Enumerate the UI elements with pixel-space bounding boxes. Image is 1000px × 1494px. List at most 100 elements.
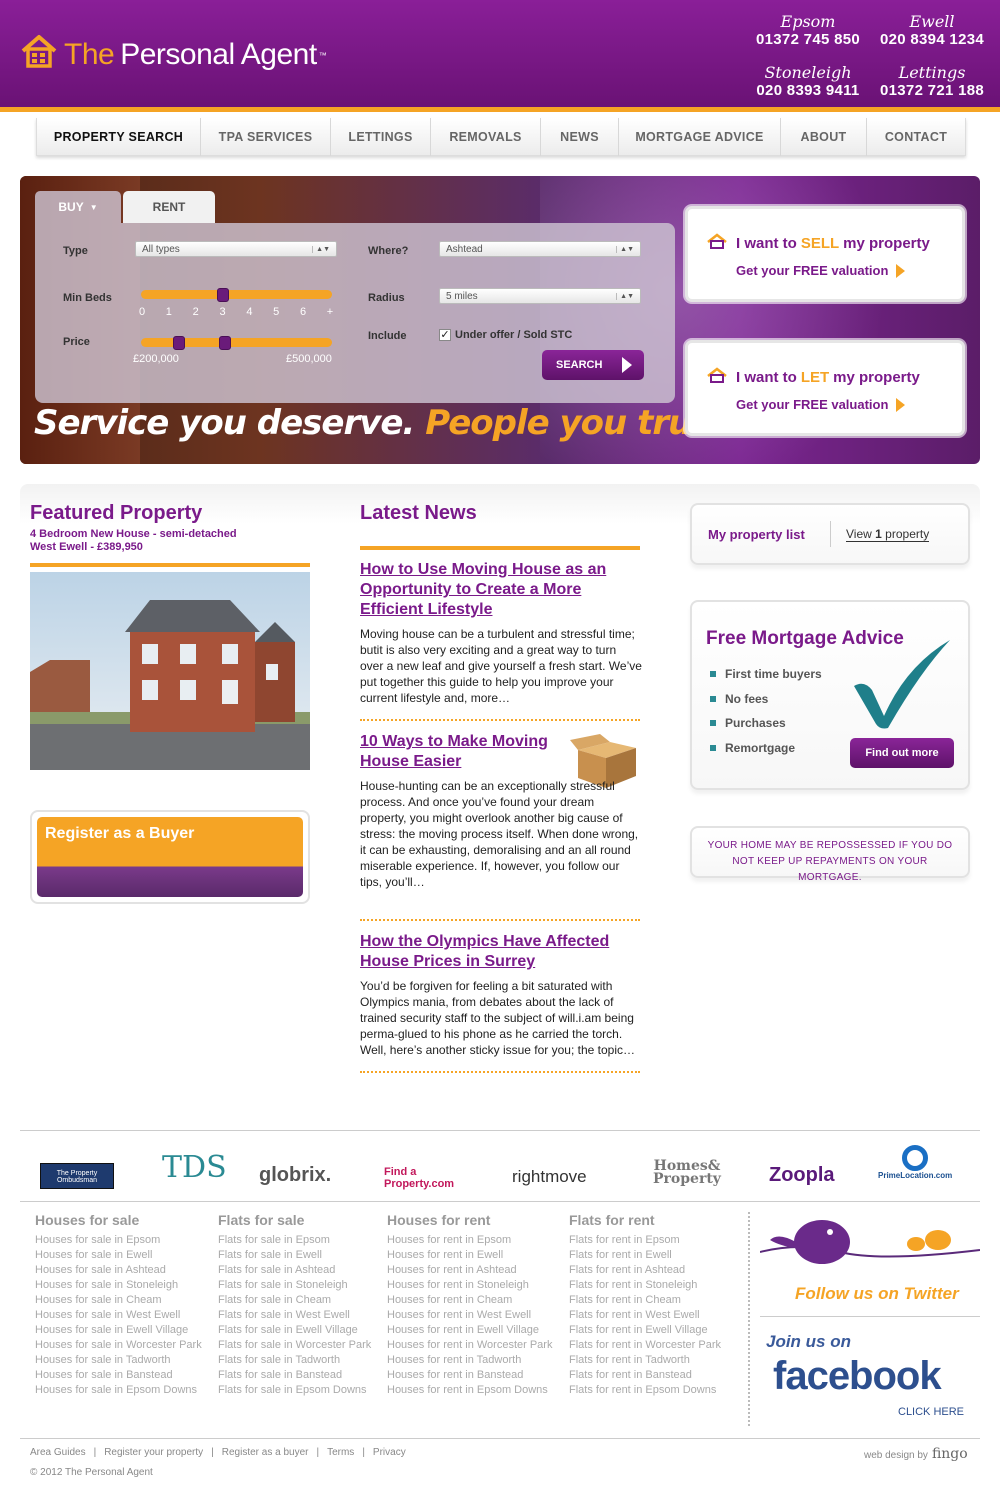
footer-link[interactable]: Houses for rent in Ewell Village: [387, 1323, 539, 1338]
property-list-label[interactable]: My property list: [708, 527, 805, 542]
footer-link[interactable]: Flats for sale in Tadworth: [218, 1353, 340, 1368]
footer-link[interactable]: Flats for sale in Worcester Park: [218, 1338, 371, 1353]
footer-link[interactable]: Flats for sale in Ewell: [218, 1248, 322, 1263]
footer-link[interactable]: Houses for rent in Ashtead: [387, 1263, 517, 1278]
office-phone[interactable]: 01372 721 188: [867, 82, 997, 99]
bottom-link[interactable]: Register as a buyer: [222, 1447, 309, 1458]
footer-link[interactable]: Flats for sale in Banstead: [218, 1368, 342, 1383]
news-title-2[interactable]: 10 Ways to Make Moving House Easier: [360, 732, 560, 772]
footer-link[interactable]: Houses for rent in Ewell: [387, 1248, 503, 1263]
where-select[interactable]: Ashtead ▲▼: [439, 241, 641, 257]
partner-tds-logo[interactable]: TDS: [162, 1150, 227, 1185]
footer-link[interactable]: Flats for rent in Cheam: [569, 1293, 681, 1308]
office-phone[interactable]: 020 8394 1234: [867, 31, 997, 48]
partner-rightmove-logo[interactable]: rightmove: [512, 1167, 587, 1187]
partner-ombudsman-logo[interactable]: The Property Ombudsman: [40, 1163, 114, 1189]
footer-link[interactable]: Flats for sale in Epsom: [218, 1233, 330, 1248]
bottom-link[interactable]: Register your property: [104, 1447, 203, 1458]
type-select[interactable]: All types ▲▼: [135, 241, 337, 257]
footer-link[interactable]: Houses for rent in West Ewell: [387, 1308, 531, 1323]
nav-news[interactable]: NEWS: [541, 118, 619, 156]
price-slider-track[interactable]: [141, 338, 332, 347]
footer-link[interactable]: Houses for sale in Tadworth: [35, 1353, 171, 1368]
nav-property-search[interactable]: PROPERTY SEARCH: [37, 118, 201, 156]
footer-link[interactable]: Houses for rent in Worcester Park: [387, 1338, 552, 1353]
view-properties-link[interactable]: View 1 property: [846, 527, 930, 542]
footer-link[interactable]: Houses for rent in Epsom Downs: [387, 1383, 548, 1398]
footer-link[interactable]: Houses for sale in Epsom: [35, 1233, 160, 1248]
twitter-promo[interactable]: Follow us on Twitter: [759, 1212, 981, 1312]
footer-link[interactable]: Houses for sale in Ewell Village: [35, 1323, 188, 1338]
register-buyer-banner[interactable]: Register as a Buyer: [30, 810, 310, 904]
bottom-link[interactable]: Privacy: [373, 1447, 406, 1458]
nav-tpa-services[interactable]: TPA SERVICES: [201, 118, 331, 156]
sell-property-cta[interactable]: I want to SELL my property Get your FREE v…: [685, 206, 965, 302]
footer-link[interactable]: Flats for sale in Epsom Downs: [218, 1383, 367, 1398]
nav-about[interactable]: ABOUT: [781, 118, 867, 156]
footer-link[interactable]: Flats for rent in West Ewell: [569, 1308, 700, 1323]
footer-link[interactable]: Houses for rent in Stoneleigh: [387, 1278, 529, 1293]
footer-link[interactable]: Flats for rent in Ewell: [569, 1248, 672, 1263]
footer-link[interactable]: Houses for sale in Worcester Park: [35, 1338, 202, 1353]
partner-homesproperty-logo[interactable]: Homes& Property: [651, 1159, 723, 1186]
find-out-more-button[interactable]: Find out more: [850, 738, 954, 768]
footer-link[interactable]: Houses for sale in West Ewell: [35, 1308, 180, 1323]
footer-link[interactable]: Flats for rent in Ashtead: [569, 1263, 685, 1278]
beds-slider-track[interactable]: [141, 290, 332, 299]
office-phone[interactable]: 020 8393 9411: [743, 82, 873, 99]
footer-link[interactable]: Flats for sale in Ashtead: [218, 1263, 335, 1278]
price-min-thumb[interactable]: [173, 336, 185, 350]
footer-link[interactable]: Flats for sale in Ewell Village: [218, 1323, 358, 1338]
footer-link[interactable]: Flats for sale in Stoneleigh: [218, 1278, 348, 1293]
radius-select[interactable]: 5 miles ▲▼: [439, 288, 641, 304]
footer-link[interactable]: Flats for rent in Tadworth: [569, 1353, 690, 1368]
checkbox-checked-icon[interactable]: ✓: [439, 329, 451, 341]
facebook-click-here[interactable]: CLICK HERE: [898, 1406, 964, 1418]
bottom-link[interactable]: Terms: [327, 1447, 354, 1458]
partner-zoopla-logo[interactable]: Zoopla: [769, 1164, 835, 1187]
tab-buy[interactable]: BUY ▼: [35, 191, 121, 223]
nav-removals[interactable]: REMOVALS: [431, 118, 541, 156]
partner-globrix-logo[interactable]: globrix.: [259, 1164, 331, 1187]
site-logo[interactable]: The Personal Agent ™: [20, 34, 327, 76]
nav-contact[interactable]: CONTACT: [867, 118, 965, 156]
search-button[interactable]: SEARCH: [542, 350, 644, 380]
featured-details[interactable]: 4 Bedroom New House - semi-detached West…: [30, 528, 237, 554]
design-credit[interactable]: web design by fingo: [864, 1446, 968, 1462]
partner-findaproperty-logo[interactable]: Find a Property.com: [384, 1166, 466, 1190]
news-title-1[interactable]: How to Use Moving House as an Opportunit…: [360, 560, 640, 620]
footer-link[interactable]: Flats for rent in Epsom: [569, 1233, 680, 1248]
footer-link[interactable]: Houses for sale in Cheam: [35, 1293, 162, 1308]
nav-lettings[interactable]: LETTINGS: [331, 118, 431, 156]
footer-link[interactable]: Flats for sale in West Ewell: [218, 1308, 350, 1323]
price-min-value: £200,000: [133, 353, 179, 365]
footer-link[interactable]: Houses for rent in Tadworth: [387, 1353, 521, 1368]
footer-link[interactable]: Flats for rent in Stoneleigh: [569, 1278, 697, 1293]
featured-property-photo[interactable]: [30, 572, 310, 770]
include-option[interactable]: ✓ Under offer / Sold STC: [439, 329, 572, 341]
office-phone[interactable]: 01372 745 850: [743, 31, 873, 48]
footer-link[interactable]: Houses for rent in Epsom: [387, 1233, 511, 1248]
let-property-cta[interactable]: I want to LET my property Get your FREE va…: [685, 340, 965, 436]
footer-link[interactable]: Houses for rent in Banstead: [387, 1368, 523, 1383]
footer-link[interactable]: Houses for rent in Cheam: [387, 1293, 512, 1308]
footer-link[interactable]: Flats for rent in Banstead: [569, 1368, 692, 1383]
price-max-thumb[interactable]: [219, 336, 231, 350]
footer-link[interactable]: Houses for sale in Epsom Downs: [35, 1383, 197, 1398]
tab-rent[interactable]: RENT: [123, 191, 215, 223]
news-title-3[interactable]: How the Olympics Have Affected House Pri…: [360, 932, 640, 972]
partner-primelocation-logo[interactable]: PrimeLocation.com: [878, 1145, 952, 1180]
footer-link[interactable]: Flats for rent in Worcester Park: [569, 1338, 721, 1353]
footer-link[interactable]: Flats for rent in Ewell Village: [569, 1323, 708, 1338]
footer-link[interactable]: Houses for sale in Stoneleigh: [35, 1278, 178, 1293]
footer-link[interactable]: Flats for sale in Cheam: [218, 1293, 331, 1308]
footer-link[interactable]: Houses for sale in Ewell: [35, 1248, 152, 1263]
nav-mortgage-advice[interactable]: MORTGAGE ADVICE: [619, 118, 781, 156]
bottom-link[interactable]: Area Guides: [30, 1447, 86, 1458]
beds-slider-thumb[interactable]: [216, 288, 229, 302]
facebook-logo[interactable]: facebook: [773, 1354, 942, 1399]
footer-link[interactable]: Flats for rent in Epsom Downs: [569, 1383, 716, 1398]
register-buyer-label: Register as a Buyer: [45, 825, 195, 842]
footer-link[interactable]: Houses for sale in Ashtead: [35, 1263, 166, 1278]
footer-link[interactable]: Houses for sale in Banstead: [35, 1368, 173, 1383]
